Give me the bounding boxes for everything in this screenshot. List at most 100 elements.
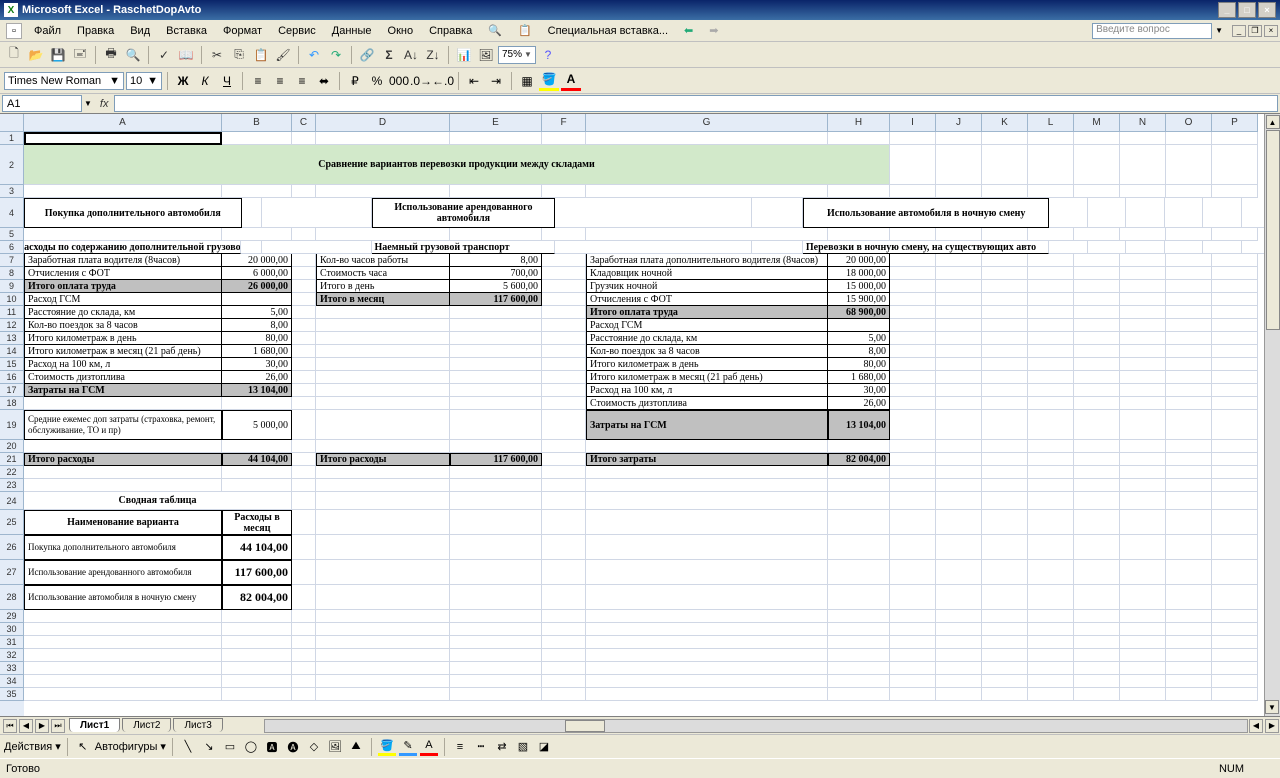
cell[interactable] [982,636,1028,649]
cell[interactable] [1028,345,1074,358]
cell[interactable] [936,132,982,145]
cell[interactable] [316,410,450,440]
cell[interactable] [982,535,1028,560]
cell[interactable]: Использование автомобиля в ночную смену [803,198,1050,228]
row-header[interactable]: 20 [0,440,24,453]
cell[interactable] [936,332,982,345]
cell[interactable] [1166,410,1212,440]
cell[interactable]: 117 600,00 [450,453,542,466]
cell[interactable] [1120,267,1166,280]
underline-icon[interactable]: Ч [217,71,237,91]
cell[interactable] [936,453,982,466]
cell[interactable] [1212,371,1258,384]
rect-icon[interactable]: ▭ [221,738,239,756]
cell[interactable] [586,132,828,145]
cell[interactable] [1120,293,1166,306]
cell[interactable] [542,267,586,280]
cell[interactable] [1212,280,1258,293]
cell[interactable] [1120,280,1166,293]
row-header[interactable]: 16 [0,371,24,384]
cell[interactable] [890,293,936,306]
menu-special-paste[interactable]: Специальная вставка... [540,23,676,39]
cell[interactable] [316,675,450,688]
cell[interactable] [1074,132,1120,145]
drawing-icon[interactable]: 🖼 [476,45,496,65]
cell[interactable]: 82 004,00 [222,585,292,610]
cell[interactable] [24,610,222,623]
cell[interactable]: Отчисления с ФОТ [24,267,222,280]
cell[interactable]: Сравнение вариантов перевозки продукции … [24,145,890,185]
cell[interactable] [1166,358,1212,371]
cell[interactable] [1028,371,1074,384]
cell[interactable] [1028,510,1074,535]
cell[interactable] [1120,228,1166,241]
permission-icon[interactable]: 🖃 [70,45,90,65]
cell[interactable] [1212,145,1258,185]
cell[interactable] [1074,535,1120,560]
cell[interactable] [1166,384,1212,397]
cell[interactable] [828,185,890,198]
tab-last-icon[interactable]: ⏭ [51,719,65,733]
chart-icon[interactable]: 📊 [454,45,474,65]
cell[interactable] [555,241,751,254]
cell[interactable] [982,319,1028,332]
cell[interactable]: 700,00 [450,267,542,280]
row-header[interactable]: 9 [0,280,24,293]
row-header[interactable]: 5 [0,228,24,241]
cell[interactable] [542,479,586,492]
cell[interactable]: Грузчик ночной [586,280,828,293]
cell[interactable] [1166,479,1212,492]
cell[interactable] [890,267,936,280]
cell[interactable] [222,675,292,688]
cell[interactable] [542,662,586,675]
cell[interactable] [1074,636,1120,649]
cell[interactable] [936,560,982,585]
cell[interactable] [1074,306,1120,319]
cell[interactable] [1166,371,1212,384]
cell[interactable] [1028,254,1074,267]
cell[interactable] [586,185,828,198]
col-header[interactable]: F [542,114,586,132]
cell[interactable]: 68 900,00 [828,306,890,319]
cell[interactable] [982,306,1028,319]
cell[interactable] [1028,466,1074,479]
cell[interactable] [450,397,542,410]
cell[interactable] [1028,293,1074,306]
cell[interactable] [542,319,586,332]
cell[interactable]: 44 104,00 [222,453,292,466]
grid[interactable]: 1 2 3 4 5 6 7 8 9 10 11 12 13 14 15 16 1… [0,114,1280,716]
cell[interactable] [542,371,586,384]
cell[interactable]: 26 000,00 [222,280,292,293]
cell[interactable] [828,560,890,585]
cell[interactable] [1212,293,1258,306]
line-icon[interactable]: ╲ [179,738,197,756]
cell[interactable] [292,345,316,358]
cell[interactable] [1028,185,1074,198]
cell[interactable] [1212,345,1258,358]
cell[interactable] [222,132,292,145]
cell[interactable] [936,397,982,410]
cell[interactable] [1120,636,1166,649]
cell[interactable] [1074,453,1120,466]
cell[interactable]: Сводная таблица [24,492,292,510]
cell[interactable] [1074,675,1120,688]
cell[interactable] [828,319,890,332]
col-header[interactable]: M [1074,114,1120,132]
cell[interactable] [586,636,828,649]
preview-icon[interactable]: 🔍 [123,45,143,65]
cell[interactable] [1212,466,1258,479]
row-header[interactable]: 6 [0,241,24,254]
cell[interactable] [292,535,316,560]
align-right-icon[interactable]: ≡ [292,71,312,91]
cell[interactable]: Стоимость дизтоплива [586,397,828,410]
cell[interactable]: Покупка дополнительного автомобиля [24,198,242,228]
cell[interactable] [982,228,1028,241]
wordart-icon[interactable]: 🅐 [284,738,302,756]
arrowstyle-icon[interactable]: ⇄ [493,738,511,756]
print-icon[interactable]: 🖶 [101,45,121,65]
cell[interactable]: 5 000,00 [222,410,292,440]
cell[interactable] [542,675,586,688]
cell[interactable] [316,535,450,560]
vertical-scrollbar[interactable]: ▲ ▼ [1264,114,1280,716]
cell[interactable] [1165,198,1203,228]
